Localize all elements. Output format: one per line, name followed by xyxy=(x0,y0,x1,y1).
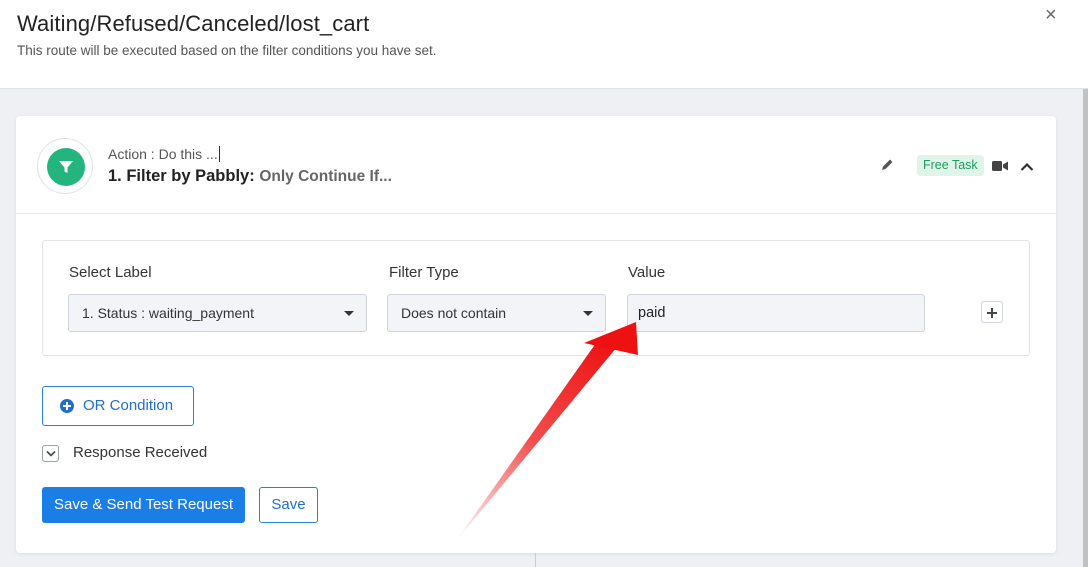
scrollbar[interactable] xyxy=(1083,89,1088,567)
select-label-heading: Select Label xyxy=(69,264,152,281)
plus-circle-icon xyxy=(60,399,74,413)
pencil-icon[interactable] xyxy=(880,157,895,177)
filter-type-heading: Filter Type xyxy=(389,264,459,281)
response-received-label: Response Received xyxy=(73,444,208,461)
filter-type-dropdown[interactable]: Does not contain xyxy=(387,294,606,332)
close-icon[interactable]: × xyxy=(1045,4,1057,27)
filter-condition-box: Select Label Filter Type Value 1. Status… xyxy=(42,240,1030,356)
save-button[interactable]: Save xyxy=(259,487,318,523)
save-send-test-button[interactable]: Save & Send Test Request xyxy=(42,487,245,523)
step-title: 1. Filter by Pabbly: Only Continue If... xyxy=(108,167,392,185)
step-subtitle: Only Continue If... xyxy=(259,168,392,185)
add-condition-button[interactable] xyxy=(981,301,1003,323)
response-toggle[interactable] xyxy=(42,445,59,462)
video-icon[interactable] xyxy=(992,159,1008,177)
step-card: Action : Do this ... 1. Filter by Pabbly… xyxy=(16,116,1056,553)
select-label-dropdown[interactable]: 1. Status : waiting_payment xyxy=(68,294,367,332)
caret-down-icon xyxy=(583,311,593,316)
caret-down-icon xyxy=(344,311,354,316)
modal-subtitle: This route will be executed based on the… xyxy=(17,43,437,58)
connector-line xyxy=(535,553,536,567)
app-icon-ring xyxy=(37,138,93,194)
filter-icon xyxy=(47,148,85,186)
step-kicker: Action : Do this ... xyxy=(108,146,220,162)
free-task-badge: Free Task xyxy=(917,155,984,176)
chevron-up-icon[interactable] xyxy=(1020,159,1034,177)
step-header: Action : Do this ... 1. Filter by Pabbly… xyxy=(16,116,1056,214)
modal-header: Waiting/Refused/Canceled/lost_cart This … xyxy=(0,0,1088,89)
modal-title: Waiting/Refused/Canceled/lost_cart xyxy=(17,11,370,36)
value-input[interactable]: paid xyxy=(627,294,925,332)
value-heading: Value xyxy=(628,264,666,281)
or-condition-button[interactable]: OR Condition xyxy=(42,386,194,426)
chevron-down-icon xyxy=(46,450,56,457)
